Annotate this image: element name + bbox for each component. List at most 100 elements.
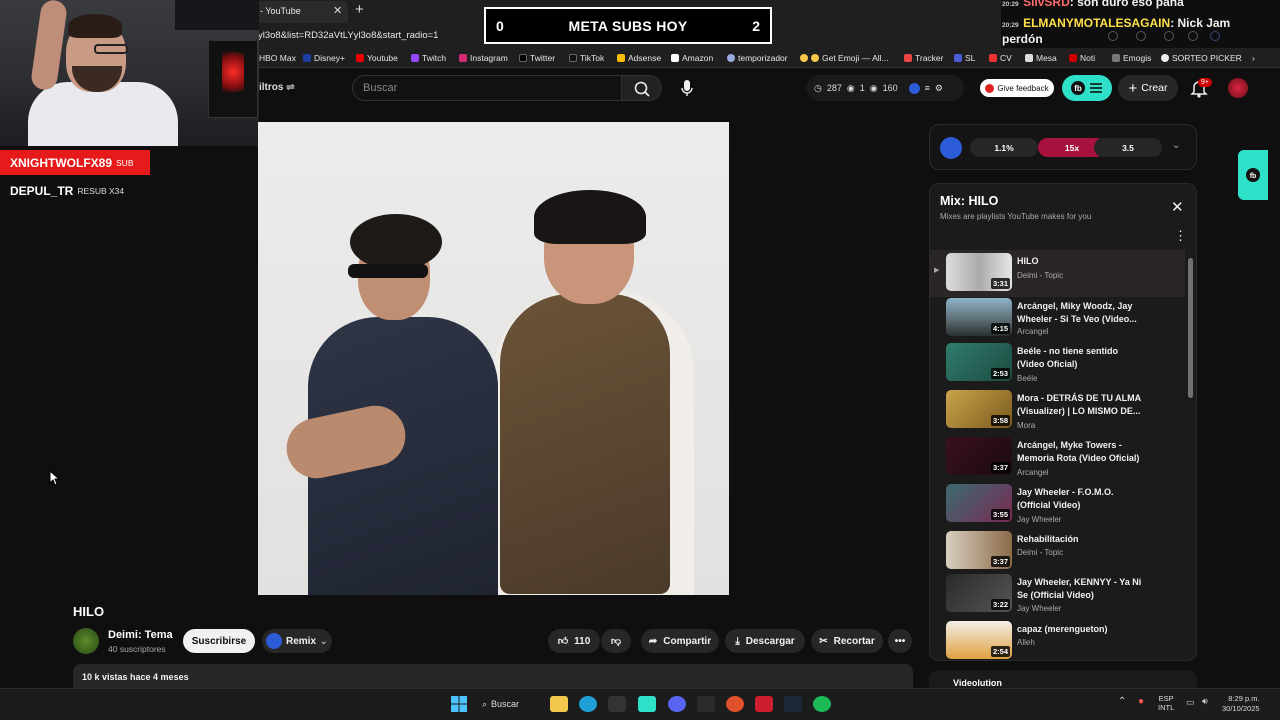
videolution-panel[interactable]: Videolution: [929, 670, 1197, 690]
bookmark-adsense[interactable]: Adsense: [617, 53, 661, 63]
bookmark-mesa[interactable]: Mesa: [1025, 53, 1057, 63]
more-vertical-icon[interactable]: ⋮: [1174, 228, 1187, 244]
playlist-item[interactable]: 3:58 Mora - DETRÁS DE TU ALMA (Visualize…: [930, 387, 1185, 434]
like-button[interactable]: 👍︎ 110: [548, 629, 600, 653]
playlist-item[interactable]: 2:53 Beéle - no tiene sentido (Video Ofi…: [930, 340, 1185, 387]
thumbs-down-icon: 👎︎: [610, 636, 622, 647]
discord-icon[interactable]: [668, 696, 686, 712]
cam-background-monitor: [175, 0, 259, 30]
video-figure-right-hair: [534, 190, 646, 244]
resub-alert-tag: RESUB X34: [77, 186, 125, 196]
spotify-icon[interactable]: [813, 696, 831, 712]
goal-current: 0: [496, 17, 504, 34]
bookmark-noti[interactable]: Noti: [1069, 53, 1095, 63]
bookmark-youtube[interactable]: Youtube: [356, 53, 398, 63]
close-tab-icon[interactable]: ✕: [333, 4, 342, 17]
volume-icon[interactable]: 🔊︎: [1202, 696, 1208, 707]
video-title: HILO: [73, 604, 105, 619]
search-input[interactable]: Buscar: [352, 75, 622, 101]
app-icon[interactable]: [726, 696, 744, 712]
file-explorer-icon[interactable]: [550, 696, 568, 712]
playlist-thumbnail: 3:22: [946, 574, 1012, 612]
chevron-down-icon: ⌄: [320, 635, 328, 646]
webcam-feed: [0, 0, 259, 146]
playlist-item[interactable]: 3:55 Jay Wheeler - F.O.M.O. (Official Vi…: [930, 481, 1185, 528]
bookmark-cv[interactable]: CV: [989, 53, 1012, 63]
playlist-item-artist: Deimi - Topic: [1017, 548, 1064, 557]
bookmark-tiktok[interactable]: TikTok: [569, 53, 604, 63]
new-tab-button[interactable]: +: [355, 1, 364, 18]
more-actions-button[interactable]: •••: [888, 629, 912, 653]
bookmark-instagram[interactable]: Instagram: [459, 53, 508, 63]
search-icon: ⌕: [482, 698, 488, 709]
stat-chip[interactable]: 1.1%: [970, 138, 1038, 157]
bookmark-disney[interactable]: Disney+: [303, 53, 345, 63]
url-text[interactable]: yl3o8&list=RD32aVtLYyl3o8&start_radio=1: [258, 30, 438, 41]
video-player[interactable]: [258, 122, 729, 595]
bookmarks-more-chevron-icon[interactable]: ›: [1252, 53, 1255, 63]
app-icon[interactable]: [608, 696, 626, 712]
svg-text:fb: fb: [1250, 173, 1257, 180]
taskbar-clock[interactable]: 8:29 p.m. 30/10/2025: [1222, 694, 1260, 714]
channel-name[interactable]: Deimi: Tema: [108, 629, 173, 641]
app-icon[interactable]: [638, 696, 656, 712]
bookmark-temporizador[interactable]: temporizador: [727, 53, 788, 63]
channel-subscriber-count: 40 suscriptores: [108, 644, 166, 654]
settings-icon: ⚙: [934, 82, 943, 93]
playlist-item[interactable]: 3:22 Jay Wheeler, KENNYY - Ya Ni Se (Off…: [930, 571, 1185, 618]
microphone-icon[interactable]: ●: [1138, 696, 1144, 707]
channel-avatar[interactable]: [73, 628, 99, 654]
tab-title: - YouTube: [260, 6, 301, 16]
mix-subtitle: Mixes are playlists YouTube makes for yo…: [940, 212, 1092, 221]
bookmark-sorteo-picker[interactable]: SORTEO PICKER: [1161, 53, 1242, 63]
cam-pc-light: [222, 52, 244, 92]
windows-start-icon[interactable]: [450, 696, 468, 712]
steam-icon[interactable]: [784, 696, 802, 712]
share-button[interactable]: ➦ Compartir: [641, 629, 719, 653]
stat-chip[interactable]: 3.5: [1094, 138, 1162, 157]
playlist-item[interactable]: 4:15 Arcángel, Miky Woodz, Jay Wheeler -…: [930, 295, 1185, 342]
dislike-button[interactable]: 👎︎: [601, 629, 631, 653]
taskbar-search[interactable]: ⌕ Buscar: [482, 694, 542, 714]
close-icon[interactable]: ✕: [1171, 198, 1184, 216]
playlist-item-title: Mora - DETRÁS DE TU ALMA (Visualizer) | …: [1017, 393, 1141, 416]
give-feedback-button[interactable]: Give feedback: [980, 79, 1054, 97]
playlist-item[interactable]: ▶ 3:31 HILO Deimi - Topic: [930, 250, 1185, 297]
download-button[interactable]: ⤓ Descargar: [725, 629, 805, 653]
playlist-item-title: Arcángel, Miky Woodz, Jay Wheeler - Si T…: [1017, 301, 1137, 324]
epic-games-icon[interactable]: [697, 696, 715, 712]
streamer-arm: [29, 0, 69, 92]
search-icon: [634, 81, 650, 97]
playlist-item[interactable]: 2:54 capaz (merengueton) Alleh: [930, 618, 1185, 665]
remix-button[interactable]: Remix ⌄: [262, 629, 332, 653]
bookmark-get-emoji[interactable]: Get Emoji — All...: [800, 53, 889, 63]
chevron-up-icon[interactable]: ⌃: [1118, 696, 1126, 707]
remix-logo-icon: [266, 633, 282, 649]
voice-search-button[interactable]: [674, 75, 700, 101]
search-button[interactable]: [622, 75, 662, 101]
chevron-down-icon[interactable]: ⌄: [1172, 140, 1180, 151]
playlist-item[interactable]: 3:37 Rehabilitación Deimi - Topic: [930, 528, 1185, 575]
filters-button[interactable]: iltros ⇌: [259, 82, 295, 93]
network-icon[interactable]: ▭: [1186, 697, 1195, 708]
app-icon[interactable]: [755, 696, 773, 712]
subscribe-button[interactable]: Suscribirse: [183, 629, 255, 653]
svg-text:fb: fb: [1074, 84, 1082, 93]
extension-menu-button[interactable]: fb: [1062, 75, 1112, 101]
edge-icon[interactable]: [579, 696, 597, 712]
bookmark-twitch[interactable]: Twitch: [411, 53, 446, 63]
create-button[interactable]: + Crear: [1118, 75, 1178, 101]
user-avatar[interactable]: [1228, 78, 1248, 98]
bookmark-amazon[interactable]: Amazon: [671, 53, 713, 63]
playlist-item[interactable]: 3:37 Arcángel, Myke Towers - Memoria Rot…: [930, 434, 1185, 481]
bookmark-twitter[interactable]: Twitter: [519, 53, 555, 63]
playlist-scrollbar[interactable]: [1188, 258, 1193, 398]
bookmark-sl[interactable]: SL: [954, 53, 975, 63]
goal-title: META SUBS HOY: [568, 17, 688, 34]
extension-side-button[interactable]: fb: [1238, 150, 1268, 200]
bookmark-hbo[interactable]: HBO Max: [259, 53, 296, 63]
bookmark-emogis[interactable]: Emogis: [1112, 53, 1151, 63]
clip-button[interactable]: ✂ Recortar: [811, 629, 883, 653]
bookmark-tracker[interactable]: Tracker: [904, 53, 944, 63]
language-indicator[interactable]: ESP INTL: [1158, 694, 1174, 712]
